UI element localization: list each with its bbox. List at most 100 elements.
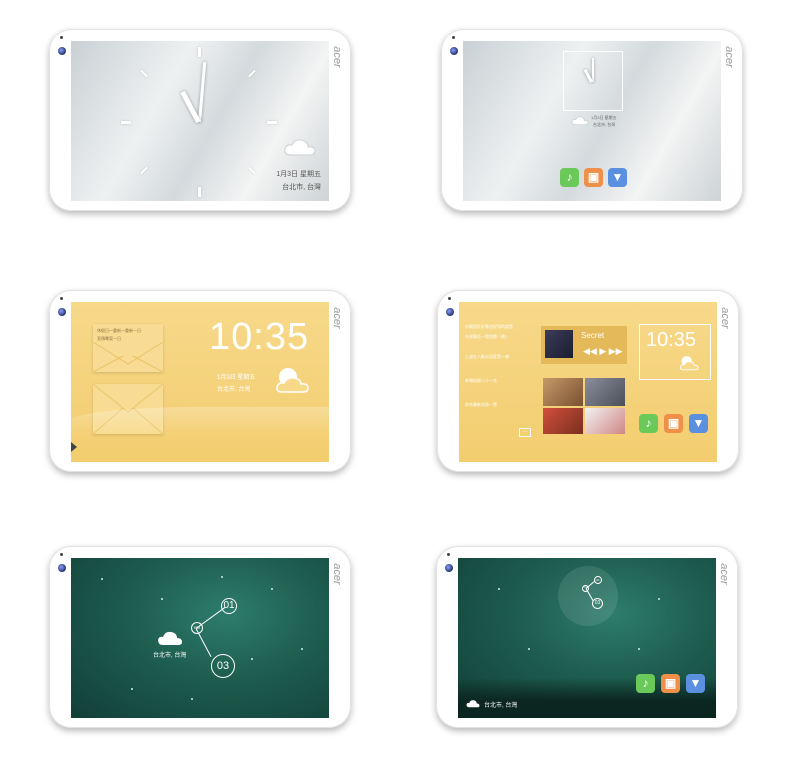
- star: [638, 648, 640, 650]
- note-text: 休假日一重新一重新一日: [97, 328, 141, 333]
- clock-tick-10: [140, 69, 148, 78]
- tablet-yellow-dashboard: acer 外觀設計好看也好用的就是 台灣最佳一覽遊戲「搶」 上週五八點半回家是一…: [437, 290, 739, 472]
- screen-green-nodes[interactable]: 01 PM 03 台北市, 台灣: [71, 558, 329, 718]
- news-panel: 外觀設計好看也好用的就是 台灣最佳一覽遊戲「搶」 上週五八點半回家是一樣 新增紀…: [459, 302, 535, 462]
- cloud-icon: [284, 139, 316, 156]
- tablet-green-nodes: acer 01 PM 03 台北市, 台灣: [49, 546, 351, 728]
- camera-icon: [58, 297, 66, 316]
- node-mid[interactable]: PM: [582, 585, 589, 592]
- tablet-yellow-clock: acer 休假日一重新一重新一日 宣傳專案一日 10:35 1月3日 星期五 台…: [49, 290, 351, 472]
- star: [301, 648, 303, 650]
- note-card[interactable]: 休假日一重新一重新一日 宣傳專案一日: [93, 324, 163, 372]
- news-item[interactable]: 綜合最新消息一覽: [465, 402, 497, 408]
- clock-box: [563, 51, 623, 111]
- star: [191, 698, 193, 700]
- star: [528, 648, 530, 650]
- brand-logo: acer: [719, 307, 731, 329]
- clock-tick-12: [198, 47, 201, 57]
- camera-icon: [445, 553, 453, 572]
- location-label: 台北市, 台灣: [153, 653, 187, 659]
- node-top[interactable]: 01: [594, 576, 602, 584]
- photo-grid[interactable]: [541, 374, 627, 434]
- clock-widget: 10:35: [639, 324, 711, 380]
- clock-minute-hand: [198, 62, 207, 123]
- star: [161, 598, 163, 600]
- moon-cloud-icon: [158, 631, 182, 645]
- tablet-green-apps: acer 01 PM 03 ♪ ▣ ▼ 台北市, 台灣: [436, 546, 738, 728]
- node-bottom[interactable]: 03: [592, 598, 603, 609]
- news-item[interactable]: 台灣最佳一覽遊戲「搶」: [465, 334, 509, 340]
- star: [251, 658, 253, 660]
- photo-thumb[interactable]: [585, 408, 625, 434]
- news-item[interactable]: 外觀設計好看也好用的就是: [465, 324, 513, 330]
- location-label: 台北市, 台灣: [282, 184, 321, 191]
- clock-tick-6: [198, 187, 201, 197]
- album-art: [545, 330, 573, 358]
- screen-silver-clock[interactable]: 1月3日 星期五 台北市, 台灣: [71, 41, 329, 201]
- brand-logo: acer: [723, 46, 735, 68]
- moon-cloud-icon: [466, 700, 480, 708]
- date-label: 1月3日 星期五: [217, 375, 256, 381]
- tablet-silver-apps: acer 1月3日 星期五 台北市, 台灣 ♪ ▣ ▼: [441, 29, 743, 211]
- music-app-icon[interactable]: ♪: [636, 674, 655, 693]
- star: [498, 588, 500, 590]
- photos-app-icon[interactable]: ▣: [661, 674, 680, 693]
- star: [271, 588, 273, 590]
- star: [658, 598, 660, 600]
- clock-tick-2: [248, 69, 256, 78]
- brand-logo: acer: [331, 307, 343, 329]
- location-label: 台北市, 台灣: [484, 703, 518, 709]
- photos-app-icon[interactable]: ▣: [664, 414, 683, 433]
- screen-yellow-clock[interactable]: 休假日一重新一重新一日 宣傳專案一日 10:35 1月3日 星期五 台北市, 台…: [71, 302, 329, 462]
- star: [101, 578, 103, 580]
- photos-app-icon[interactable]: ▣: [584, 168, 603, 187]
- clock-tick-4: [248, 166, 256, 175]
- music-title: Secret: [581, 331, 605, 340]
- camera-icon: [450, 36, 458, 55]
- clock-tick-9: [121, 121, 131, 124]
- screen-yellow-dashboard[interactable]: 外觀設計好看也好用的就是 台灣最佳一覽遊戲「搶」 上週五八點半回家是一樣 新增紀…: [459, 302, 717, 462]
- glow-circle: [558, 566, 618, 626]
- node-bottom[interactable]: 03: [211, 654, 235, 678]
- star: [221, 576, 223, 578]
- tablet-silver-clock: acer 1月3日 星期五 台北市, 台灣: [49, 29, 351, 211]
- location-label: 台北市, 台灣: [217, 387, 251, 393]
- store-app-icon[interactable]: ▼: [608, 168, 627, 187]
- clock-hour-hand: [180, 90, 201, 124]
- wave-stripe: [71, 407, 329, 435]
- music-widget[interactable]: Secret ◀◀ ▶ ▶▶: [541, 326, 627, 364]
- clock-tick-8: [140, 166, 148, 175]
- digital-clock: 10:35: [646, 329, 697, 351]
- date-label: 1月3日 星期五: [276, 171, 321, 178]
- node-top[interactable]: 01: [221, 598, 237, 614]
- music-controls[interactable]: ◀◀ ▶ ▶▶: [583, 346, 623, 357]
- corner-arrow: [71, 442, 77, 452]
- location-label: 台北市, 台灣: [593, 122, 616, 127]
- news-item[interactable]: 新增紀錄二十一名: [465, 378, 497, 384]
- date-label: 1月3日 星期五: [591, 115, 617, 120]
- store-app-icon[interactable]: ▼: [686, 674, 705, 693]
- camera-icon: [58, 36, 66, 55]
- brand-logo: acer: [331, 563, 343, 585]
- node-mid[interactable]: PM: [191, 622, 203, 634]
- camera-icon: [58, 553, 66, 572]
- envelope-icon: [93, 342, 163, 372]
- cloud-icon: [571, 116, 589, 126]
- brand-logo: acer: [331, 46, 343, 68]
- music-app-icon[interactable]: ♪: [560, 168, 579, 187]
- screen-green-apps[interactable]: 01 PM 03 ♪ ▣ ▼ 台北市, 台灣: [458, 558, 716, 718]
- sun-cloud-icon: [679, 356, 699, 371]
- store-app-icon[interactable]: ▼: [689, 414, 708, 433]
- screen-silver-apps[interactable]: 1月3日 星期五 台北市, 台灣 ♪ ▣ ▼: [463, 41, 721, 201]
- digital-clock: 10:35: [209, 316, 310, 358]
- clock-minute-hand: [592, 58, 594, 82]
- camera-icon: [446, 297, 454, 316]
- music-app-icon[interactable]: ♪: [639, 414, 658, 433]
- more-button[interactable]: ...: [519, 428, 531, 437]
- photo-thumb[interactable]: [585, 378, 625, 406]
- photo-thumb[interactable]: [543, 378, 583, 406]
- sun-cloud-icon: [276, 368, 309, 393]
- star: [131, 688, 133, 690]
- news-item[interactable]: 上週五八點半回家是一樣: [465, 354, 509, 360]
- photo-thumb[interactable]: [543, 408, 583, 434]
